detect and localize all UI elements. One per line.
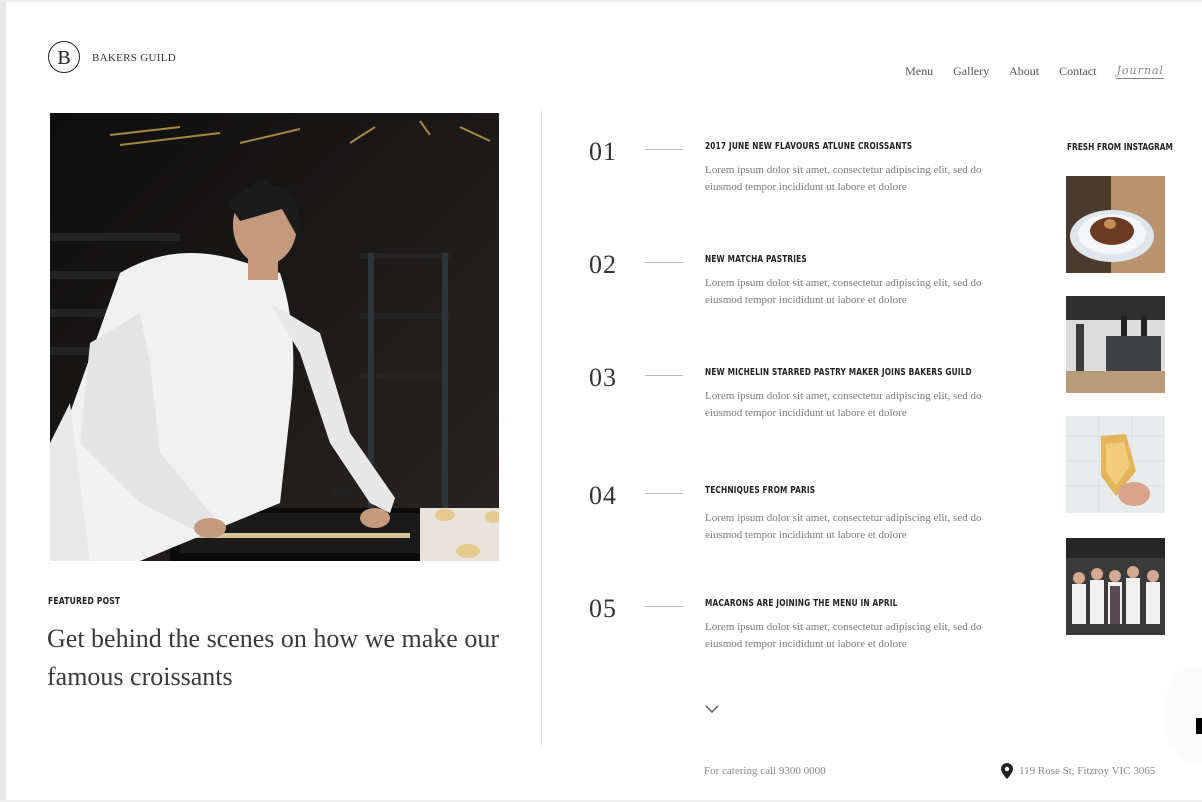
post-title[interactable]: NEW MICHELIN STARRED PASTRY MAKER JOINS …	[705, 367, 972, 378]
instagram-thumb[interactable]	[1066, 416, 1165, 513]
post-excerpt: Lorem ipsum dolor sit amet, consectetur …	[705, 390, 982, 419]
post-number: 04	[589, 481, 617, 510]
featured-image[interactable]	[50, 113, 499, 561]
instagram-thumb[interactable]	[1066, 176, 1165, 273]
shop-interior-photo	[1066, 296, 1165, 393]
post-dash	[645, 493, 683, 494]
post-dash	[645, 375, 683, 376]
team-photo	[1066, 538, 1165, 635]
hand-croissant-photo	[1066, 416, 1165, 513]
post-number: 02	[589, 250, 617, 279]
instagram-heading: FRESH FROM INSTAGRAM	[1067, 142, 1173, 153]
map-pin-icon	[1001, 763, 1013, 779]
nav-item-gallery[interactable]: Gallery	[953, 64, 989, 79]
post-number: 01	[589, 137, 617, 166]
post-excerpt: Lorem ipsum dolor sit amet, consectetur …	[705, 277, 982, 306]
instagram-thumb[interactable]	[1066, 296, 1165, 393]
instagram-thumb[interactable]	[1066, 538, 1165, 635]
post-title[interactable]: TECHNIQUES FROM PARIS	[705, 485, 815, 496]
brand-name[interactable]: BAKERS GUILD	[92, 52, 176, 64]
nav-item-journal[interactable]: Journal	[1116, 64, 1164, 79]
post-dash	[645, 262, 683, 263]
post-dash	[645, 149, 683, 150]
pastry-plate-photo	[1066, 176, 1165, 273]
window-edge	[0, 0, 6, 802]
post-excerpt: Lorem ipsum dolor sit amet, consectetur …	[705, 164, 982, 193]
column-divider	[541, 110, 542, 746]
brand-logo[interactable]: B	[48, 41, 80, 73]
post-title[interactable]: MACARONS ARE JOINING THE MENU IN APRIL	[705, 598, 898, 609]
post-title[interactable]: 2017 JUNE NEW FLAVOURS ATLUNE CROISSANTS	[705, 141, 912, 152]
catering-phone[interactable]: For catering call 9300 0000	[704, 765, 826, 777]
baker-photo	[50, 113, 499, 561]
post-number: 05	[589, 594, 617, 623]
post-excerpt: Lorem ipsum dolor sit amet, consectetur …	[705, 621, 982, 650]
nav-item-contact[interactable]: Contact	[1059, 64, 1096, 79]
post-excerpt: Lorem ipsum dolor sit amet, consectetur …	[705, 512, 982, 541]
post-title[interactable]: NEW MATCHA PASTRIES	[705, 254, 807, 265]
address[interactable]: 119 Rose St, Fitzroy VIC 3065	[1001, 763, 1155, 779]
post-number: 03	[589, 363, 617, 392]
post-dash	[645, 606, 683, 607]
nav-item-about[interactable]: About	[1009, 64, 1039, 79]
side-widget[interactable]	[1170, 668, 1202, 760]
featured-post-title[interactable]: Get behind the scenes on how we make our…	[47, 620, 517, 696]
featured-post-label: FEATURED POST	[48, 596, 121, 607]
chevron-down-icon[interactable]	[704, 703, 720, 715]
window-edge-top	[0, 0, 1202, 2]
cursor	[1196, 718, 1202, 734]
address-text: 119 Rose St, Fitzroy VIC 3065	[1019, 765, 1156, 777]
nav-item-menu[interactable]: Menu	[905, 64, 933, 79]
main-nav: Menu Gallery About Contact Journal	[905, 64, 1164, 79]
